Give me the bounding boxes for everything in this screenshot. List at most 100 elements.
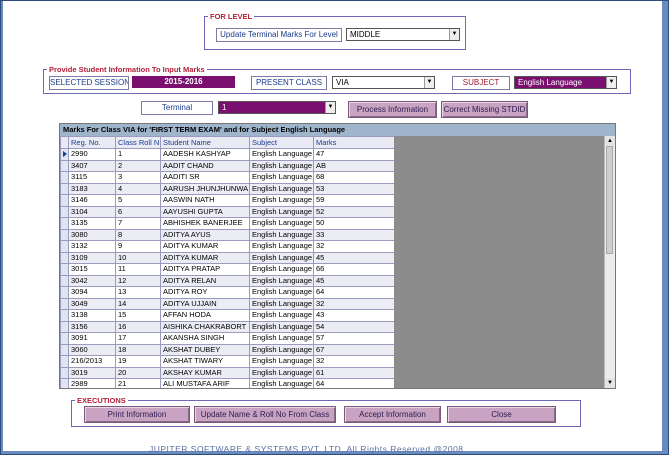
cell-marks[interactable]: 57: [313, 332, 395, 345]
cell-marks[interactable]: 59: [313, 194, 395, 207]
cell-subject: English Language: [249, 332, 314, 345]
table-row[interactable]: 2989 21 ALI MUSTAFA ARIF English Language 64: [60, 378, 395, 388]
cell-marks[interactable]: 45: [313, 274, 395, 287]
cell-marks[interactable]: 45: [313, 251, 395, 264]
cell-marks[interactable]: 66: [313, 263, 395, 276]
cell-marks[interactable]: 32: [313, 297, 395, 310]
row-selector[interactable]: [60, 159, 69, 172]
chevron-down-icon[interactable]: ▼: [449, 29, 459, 40]
cell-class-roll: 4: [115, 182, 161, 195]
cell-subject: English Language: [249, 171, 314, 184]
table-row[interactable]: 3042 12 ADITYA RELAN English Language 45: [60, 274, 395, 287]
cell-marks[interactable]: 32: [313, 240, 395, 253]
col-header-reg-no[interactable]: Reg. No.: [68, 136, 116, 149]
cell-subject: English Language: [249, 263, 314, 276]
process-information-button[interactable]: Process Information: [348, 101, 437, 118]
row-selector[interactable]: [60, 343, 69, 356]
table-row[interactable]: 3019 20 AKSHAY KUMAR English Language 61: [60, 366, 395, 379]
cell-marks[interactable]: 43: [313, 309, 395, 322]
accept-information-button[interactable]: Accept Information: [344, 406, 441, 423]
cell-marks[interactable]: 61: [313, 366, 395, 379]
row-selector[interactable]: [60, 309, 69, 322]
row-selector[interactable]: [60, 286, 69, 299]
row-selector[interactable]: [60, 182, 69, 195]
table-row[interactable]: 3080 8 ADITYA AYUS English Language 33: [60, 228, 395, 241]
table-row[interactable]: 3091 17 AKANSHA SINGH English Language 57: [60, 332, 395, 345]
cell-marks[interactable]: 53: [313, 182, 395, 195]
cell-marks[interactable]: 54: [313, 320, 395, 333]
table-row[interactable]: 3109 10 ADITYA KUMAR English Language 45: [60, 251, 395, 264]
row-selector[interactable]: [60, 297, 69, 310]
cell-marks[interactable]: AB: [313, 159, 395, 172]
cell-marks[interactable]: 47: [313, 148, 395, 161]
scroll-thumb[interactable]: [606, 146, 613, 254]
correct-missing-stdid-button[interactable]: Correct Missing STDID: [441, 101, 528, 118]
table-row[interactable]: 3156 16 AISHIKA CHAKRABORT English Language…: [60, 320, 395, 333]
cell-reg-no: 3183: [68, 182, 116, 195]
table-row[interactable]: 3183 4 AARUSH JHUNJHUNWA English Language 53: [60, 182, 395, 195]
table-row[interactable]: 216/2013 19 AKSHAT TIWARY English Language 3…: [60, 355, 395, 368]
chevron-down-icon[interactable]: ▼: [606, 77, 616, 88]
row-selector[interactable]: [60, 378, 69, 388]
row-selector[interactable]: [60, 148, 69, 161]
row-selector[interactable]: [60, 194, 69, 207]
row-selector[interactable]: [60, 171, 69, 184]
row-selector[interactable]: [60, 228, 69, 241]
row-selector[interactable]: [60, 251, 69, 264]
row-selector[interactable]: [60, 366, 69, 379]
print-information-button[interactable]: Print Information: [84, 406, 190, 423]
cell-reg-no: 2989: [68, 378, 116, 388]
marks-grid[interactable]: Marks For Class VIA for 'FIRST TERM EXAM…: [59, 123, 616, 389]
col-header-class-roll[interactable]: Class Roll N: [115, 136, 161, 149]
cell-student-name: AAYUSHI GUPTA: [160, 205, 250, 218]
cell-reg-no: 3042: [68, 274, 116, 287]
chevron-down-icon[interactable]: ▼: [325, 102, 335, 113]
cell-marks[interactable]: 32: [313, 355, 395, 368]
row-selector[interactable]: [60, 274, 69, 287]
col-header-marks[interactable]: Marks: [313, 136, 395, 149]
table-row[interactable]: 3138 15 AFFAN HODA English Language 43: [60, 309, 395, 322]
cell-marks[interactable]: 52: [313, 205, 395, 218]
cell-marks[interactable]: 67: [313, 343, 395, 356]
terminal-select[interactable]: 1 ▼: [218, 101, 336, 114]
chevron-down-icon[interactable]: ▼: [424, 77, 434, 88]
row-selector[interactable]: [60, 355, 69, 368]
table-row[interactable]: 3146 5 AASWIN NATH English Language 59: [60, 194, 395, 207]
update-name-roll-button[interactable]: Update Name & Roll No From Class: [194, 406, 336, 423]
cell-marks[interactable]: 68: [313, 171, 395, 184]
row-selector[interactable]: [60, 205, 69, 218]
cell-marks[interactable]: 33: [313, 228, 395, 241]
table-row[interactable]: 3060 18 AKSHAT DUBEY English Language 67: [60, 343, 395, 356]
cell-subject: English Language: [249, 182, 314, 195]
table-row[interactable]: 2990 1 AADESH KASHYAP English Language 47: [60, 148, 395, 161]
subject-select[interactable]: English Language ▼: [514, 76, 617, 89]
table-row[interactable]: 3135 7 ABHISHEK BANERJEE English Language 50: [60, 217, 395, 230]
cell-subject: English Language: [249, 378, 314, 388]
cell-marks[interactable]: 64: [313, 378, 395, 388]
table-row[interactable]: 3104 6 AAYUSHI GUPTA English Language 52: [60, 205, 395, 218]
table-row[interactable]: 3015 11 ADITYA PRATAP English Language 66: [60, 263, 395, 276]
close-button[interactable]: Close: [447, 406, 556, 423]
table-row[interactable]: 3407 2 AADIT CHAND English Language AB: [60, 159, 395, 172]
col-header-subject[interactable]: Subject: [249, 136, 314, 149]
class-select[interactable]: VIA ▼: [332, 76, 435, 89]
scroll-up-icon[interactable]: ▲: [605, 136, 615, 146]
row-selector[interactable]: [60, 263, 69, 276]
table-row[interactable]: 3132 9 ADITYA KUMAR English Language 32: [60, 240, 395, 253]
cell-marks[interactable]: 50: [313, 217, 395, 230]
grid-vertical-scrollbar[interactable]: ▲ ▼: [604, 136, 615, 388]
col-header-student-name[interactable]: Student Name: [160, 136, 250, 149]
cell-class-roll: 1: [115, 148, 161, 161]
level-select[interactable]: MIDDLE ▼: [346, 28, 460, 41]
table-row[interactable]: 3094 13 ADITYA ROY English Language 64: [60, 286, 395, 299]
table-row[interactable]: 3115 3 AADITI SR English Language 68: [60, 171, 395, 184]
row-selector[interactable]: [60, 240, 69, 253]
scroll-down-icon[interactable]: ▼: [605, 378, 615, 388]
cell-student-name: ADITYA RELAN: [160, 274, 250, 287]
cell-marks[interactable]: 64: [313, 286, 395, 299]
row-selector[interactable]: [60, 217, 69, 230]
table-row[interactable]: 3049 14 ADITYA UJJAIN English Language 32: [60, 297, 395, 310]
row-selector[interactable]: [60, 332, 69, 345]
current-row-arrow-icon: [63, 151, 67, 158]
row-selector[interactable]: [60, 320, 69, 333]
